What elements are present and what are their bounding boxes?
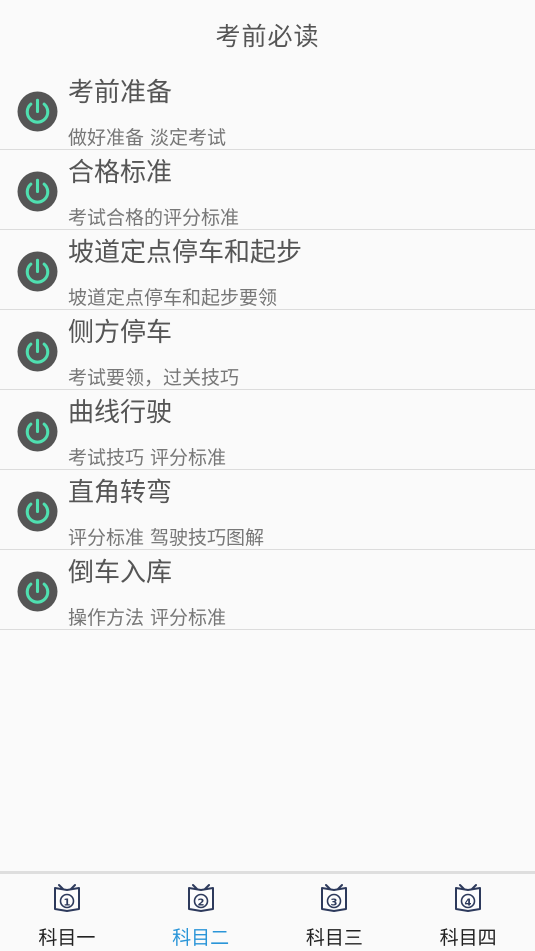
book-icon: ④ 4 (455, 884, 482, 912)
item-subtitle: 考试技巧 评分标准 (68, 447, 227, 469)
power-icon (17, 411, 58, 452)
tab-label: 科目二 (172, 927, 230, 949)
header: 考前必读 (0, 0, 535, 70)
book-icon: ① 1 (53, 884, 80, 912)
power-icon (17, 491, 58, 532)
item-list: 考前准备 做好准备 淡定考试 合格标准 考试合格的评分标准 坡道定点停车和起步 … (0, 70, 535, 630)
list-item[interactable]: 考前准备 做好准备 淡定考试 (0, 70, 535, 150)
item-title: 考前准备 (68, 78, 173, 108)
list-item[interactable]: 坡道定点停车和起步 坡道定点停车和起步要领 (0, 230, 535, 310)
list-item[interactable]: 直角转弯 评分标准 驾驶技巧图解 (0, 470, 535, 550)
item-title: 侧方停车 (68, 318, 173, 348)
page: 考前必读 考前准备 做好准备 淡定考试 合格标准 考试合格的评分标准 坡道定点停… (0, 0, 535, 951)
tab-subject-4[interactable]: ④ 4 科目四 (401, 874, 535, 951)
item-subtitle: 坡道定点停车和起步要领 (68, 287, 278, 309)
tab-label: 科目三 (305, 927, 363, 949)
item-title: 曲线行驶 (68, 398, 173, 428)
item-subtitle: 操作方法 评分标准 (68, 607, 227, 629)
tab-subject-2[interactable]: ② 2 科目二 (134, 874, 268, 951)
list-item[interactable]: 侧方停车 考试要领，过关技巧 (0, 310, 535, 390)
tab-label: 科目一 (38, 927, 96, 949)
list-item[interactable]: 倒车入库 操作方法 评分标准 (0, 550, 535, 630)
item-title: 倒车入库 (68, 558, 173, 588)
svg-text:1: 1 (63, 897, 70, 908)
power-icon (17, 571, 58, 612)
tab-label: 科目四 (439, 927, 497, 949)
item-subtitle: 考试合格的评分标准 (68, 207, 240, 229)
power-icon (17, 171, 58, 212)
power-icon (17, 91, 58, 132)
svg-text:2: 2 (197, 897, 204, 908)
book-icon: ③ 3 (321, 884, 348, 912)
book-icon: ② 2 (187, 884, 214, 912)
power-icon (17, 331, 58, 372)
tab-subject-3[interactable]: ③ 3 科目三 (268, 874, 402, 951)
list-item[interactable]: 曲线行驶 考试技巧 评分标准 (0, 390, 535, 470)
list-item[interactable]: 合格标准 考试合格的评分标准 (0, 150, 535, 230)
tab-subject-1[interactable]: ① 1 科目一 (0, 874, 134, 951)
page-title: 考前必读 (215, 22, 320, 51)
svg-text:3: 3 (331, 897, 338, 908)
item-title: 直角转弯 (68, 478, 173, 508)
bottom-tab-bar: ① 1 科目一 ② 2 科目二 ③ 3 科目三 (0, 871, 535, 951)
item-subtitle: 做好准备 淡定考试 (68, 127, 227, 149)
item-title: 合格标准 (68, 158, 173, 188)
item-subtitle: 考试要领，过关技巧 (68, 367, 240, 389)
item-subtitle: 评分标准 驾驶技巧图解 (68, 527, 265, 549)
power-icon (17, 251, 58, 292)
item-title: 坡道定点停车和起步 (68, 238, 303, 268)
svg-text:4: 4 (465, 897, 472, 908)
